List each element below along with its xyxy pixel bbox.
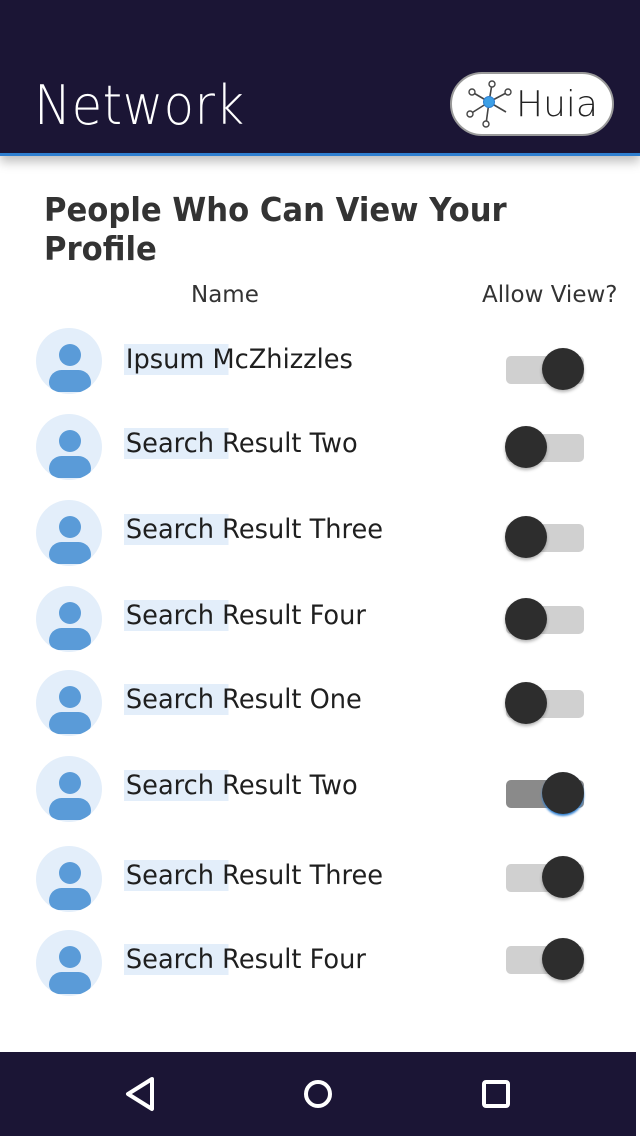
allow-view-toggle[interactable] <box>502 772 588 816</box>
column-header-name: Name <box>191 282 259 308</box>
allow-view-toggle[interactable] <box>502 348 588 392</box>
allow-view-toggle[interactable] <box>502 682 588 726</box>
person-name: Search Result Three <box>124 514 385 545</box>
home-circle-icon[interactable] <box>296 1072 340 1116</box>
person-name: Search Result One <box>124 684 364 715</box>
avatar-head <box>59 344 81 366</box>
person-name: Search Result Two <box>124 770 360 801</box>
allow-view-toggle[interactable] <box>502 598 588 642</box>
avatar-head <box>59 686 81 708</box>
avatar-head <box>59 946 81 968</box>
page-title: Network <box>34 74 245 137</box>
network-node-icon <box>466 80 512 128</box>
brand-button[interactable]: Huia <box>450 72 614 136</box>
avatar <box>36 328 102 394</box>
avatar-body <box>49 370 91 392</box>
avatar <box>36 500 102 566</box>
avatar <box>36 846 102 912</box>
system-nav-bar <box>0 1052 636 1136</box>
column-header-allow-view: Allow View? <box>482 282 618 308</box>
toggle-knob <box>542 348 584 390</box>
person-name: Search Result Four <box>124 944 368 975</box>
avatar-body <box>49 712 91 734</box>
allow-view-toggle[interactable] <box>502 856 588 900</box>
allow-view-toggle[interactable] <box>502 516 588 560</box>
toggle-knob <box>505 426 547 468</box>
allow-view-toggle[interactable] <box>502 426 588 470</box>
avatar-body <box>49 456 91 478</box>
avatar-head <box>59 430 81 452</box>
allow-view-toggle[interactable] <box>502 938 588 982</box>
avatar-head <box>59 602 81 624</box>
avatar-head <box>59 862 81 884</box>
toggle-knob <box>505 598 547 640</box>
brand-name: Huia <box>516 84 598 125</box>
avatar <box>36 586 102 652</box>
back-triangle-icon[interactable] <box>120 1072 164 1116</box>
toggle-knob <box>542 772 584 814</box>
toggle-knob <box>505 682 547 724</box>
toggle-knob <box>542 856 584 898</box>
app-bar: Network Huia <box>0 0 640 156</box>
avatar <box>36 414 102 480</box>
avatar-head <box>59 516 81 538</box>
section-heading: People Who Can View Your Profile <box>44 190 507 268</box>
avatar-body <box>49 542 91 564</box>
avatar-body <box>49 888 91 910</box>
person-name: Search Result Two <box>124 428 360 459</box>
toggle-knob <box>542 938 584 980</box>
avatar-body <box>49 798 91 820</box>
avatar-body <box>49 972 91 994</box>
person-name: Search Result Four <box>124 600 368 631</box>
avatar-body <box>49 628 91 650</box>
avatar <box>36 756 102 822</box>
toggle-knob <box>505 516 547 558</box>
person-name: Ipsum McZhizzles <box>124 344 355 375</box>
person-name: Search Result Three <box>124 860 385 891</box>
avatar <box>36 670 102 736</box>
avatar-head <box>59 772 81 794</box>
avatar <box>36 930 102 996</box>
recents-square-icon[interactable] <box>474 1072 518 1116</box>
